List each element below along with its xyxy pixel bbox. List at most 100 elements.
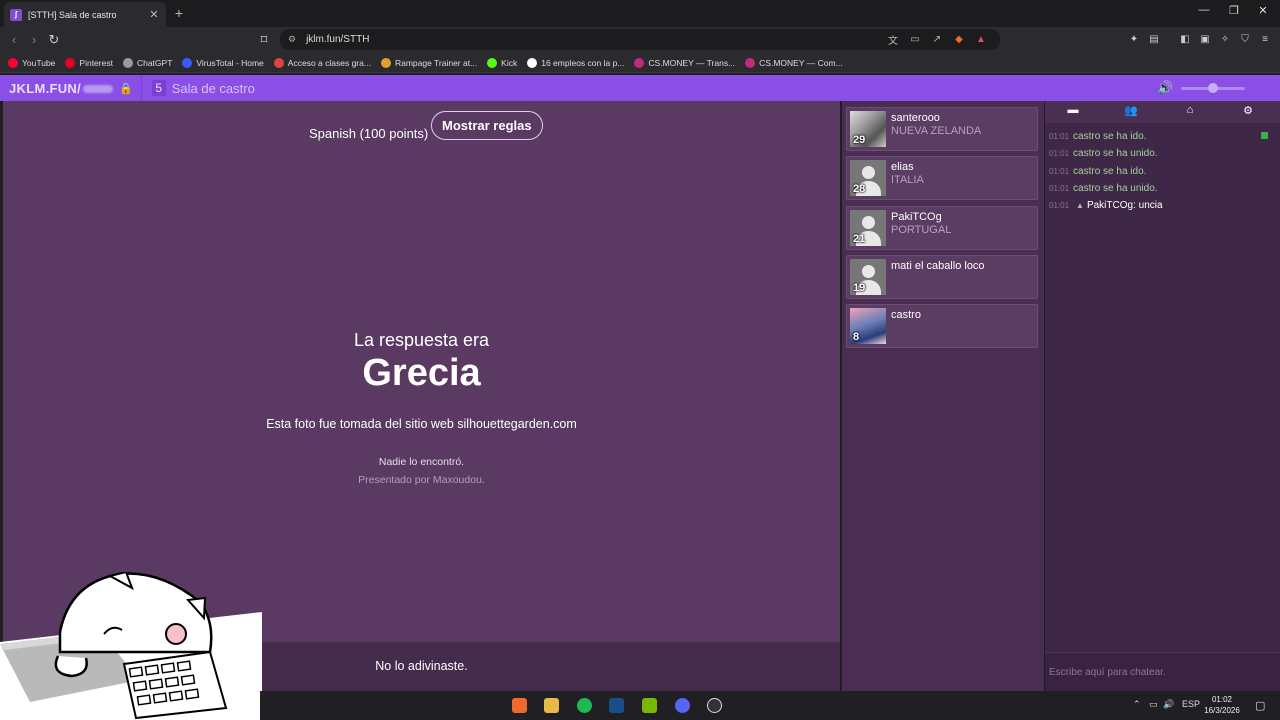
- bookmark-item[interactable]: Kick: [487, 57, 517, 68]
- volume-slider-knob[interactable]: [1208, 83, 1218, 93]
- bookmark-item[interactable]: 16 empleos con la p...: [527, 57, 624, 68]
- settings-icon[interactable]: ⚙: [1238, 104, 1258, 117]
- upvote-icon: ▲: [1076, 201, 1084, 211]
- tray-chevron-icon[interactable]: ⌃: [1133, 699, 1141, 710]
- vpn-icon[interactable]: ⛉: [1238, 33, 1252, 47]
- volume-slider[interactable]: [1181, 83, 1245, 93]
- bookmark-item[interactable]: CS.MONEY — Trans...: [634, 57, 735, 68]
- minimize-icon[interactable]: —: [1193, 4, 1215, 16]
- player-country: ITALIA: [891, 174, 924, 187]
- site-info-icon[interactable]: ⚙: [288, 34, 296, 45]
- input-language[interactable]: ESP: [1182, 699, 1200, 709]
- bongo-cat-icon: [0, 570, 262, 720]
- chat-timestamp: 01:01: [1049, 166, 1070, 176]
- brand-text: JKLM.FUN/: [9, 80, 82, 96]
- back-icon[interactable]: ‹: [6, 32, 22, 47]
- player-name: castro: [891, 309, 921, 322]
- address-bar[interactable]: ⚙ jklm.fun/STTH 文 ▭ ↗ ◆ ▲: [280, 29, 1000, 50]
- window-close-icon[interactable]: ✕: [1252, 4, 1274, 17]
- avatar-head: [862, 166, 875, 180]
- chat-message: 01:01 castro se ha ido.: [1049, 131, 1275, 148]
- bookmark-favicon-icon: [634, 57, 645, 68]
- file-explorer-icon[interactable]: [544, 698, 559, 713]
- bookmark-item[interactable]: CS.MONEY — Com...: [745, 57, 843, 68]
- reload-icon[interactable]: ↻: [46, 32, 62, 48]
- player-card[interactable]: 8 castro: [846, 304, 1038, 349]
- sidebar-icon[interactable]: ◧: [1178, 33, 1192, 47]
- network-icon[interactable]: ▭: [1149, 699, 1158, 710]
- players-list: 29 santerooo NUEVA ZELANDA 28 elias ITALIA 21 P…: [842, 101, 1044, 691]
- tab-search-icon[interactable]: ▤: [1147, 33, 1161, 47]
- notification-icon[interactable]: ▢: [1255, 699, 1265, 712]
- bookmark-item[interactable]: VirusTotal - Home: [182, 57, 264, 68]
- install-icon[interactable]: ▭: [904, 34, 926, 45]
- player-card[interactable]: 28 elias ITALIA: [846, 156, 1038, 201]
- player-name: elias: [891, 161, 914, 174]
- nvidia-icon[interactable]: [642, 698, 657, 713]
- tray-volume-icon[interactable]: 🔊: [1163, 699, 1174, 710]
- player-score: 29: [853, 134, 866, 146]
- bookmark-icon[interactable]: ⌑: [256, 32, 272, 48]
- wallet-icon[interactable]: ▣: [1198, 33, 1212, 47]
- extensions-icon[interactable]: ✦: [1127, 33, 1141, 47]
- steam-icon[interactable]: [609, 698, 624, 713]
- share-icon[interactable]: ↗: [926, 34, 948, 45]
- browser-tab[interactable]: ʃ [STTH] Sala de castro ✕: [4, 2, 166, 27]
- discord-icon[interactable]: [675, 698, 690, 713]
- chat-text: castro se ha unido.: [1073, 148, 1158, 160]
- avatar: 29: [850, 111, 886, 147]
- brave-rewards-icon[interactable]: ▲: [970, 34, 992, 45]
- player-country: PORTUGAL: [891, 223, 952, 236]
- chat-message: 01:01 castro se ha unido.: [1049, 148, 1275, 165]
- player-card[interactable]: 19 mati el caballo loco: [846, 254, 1038, 299]
- bookmark-label: YouTube: [22, 57, 56, 68]
- chat-timestamp: 01:01: [1049, 132, 1070, 141]
- obs-icon[interactable]: [707, 698, 722, 713]
- bookmark-favicon-icon: [122, 57, 133, 68]
- show-rules-button[interactable]: Mostrar reglas: [431, 111, 543, 140]
- player-card[interactable]: 29 santerooo NUEVA ZELANDA: [846, 107, 1038, 151]
- lock-icon: 🔒: [119, 82, 133, 95]
- chat-input-area: [1045, 652, 1280, 691]
- site-brand[interactable]: JKLM.FUN/: [0, 80, 114, 96]
- bookmark-item[interactable]: ChatGPT: [122, 57, 173, 68]
- translate-icon[interactable]: 文: [882, 32, 904, 47]
- new-tab-icon[interactable]: +: [172, 5, 186, 21]
- spotify-icon[interactable]: [577, 698, 592, 713]
- bookmark-label: ChatGPT: [136, 57, 173, 68]
- forward-icon[interactable]: ›: [26, 32, 42, 47]
- bookmark-item[interactable]: Pinterest: [65, 57, 113, 68]
- menu-icon[interactable]: ≡: [1258, 33, 1272, 47]
- avatar: 8: [850, 308, 886, 345]
- chat-message: 01:01 ▲ PakiTCOg: uncia: [1049, 200, 1275, 217]
- bookmark-favicon-icon: [273, 57, 284, 68]
- bookmark-favicon-icon: [182, 57, 193, 68]
- avatar-head: [862, 215, 875, 229]
- player-score: 19: [853, 281, 866, 294]
- bookmark-item[interactable]: Rampage Trainer at...: [380, 57, 477, 68]
- chat-icon[interactable]: ▬: [1063, 104, 1083, 116]
- volume-icon[interactable]: 🔊: [1157, 80, 1173, 96]
- system-clock[interactable]: 01:02 16/3/2026: [1200, 694, 1244, 716]
- chat-message: 01:01 castro se ha unido.: [1049, 183, 1275, 200]
- close-tab-icon[interactable]: ✕: [148, 8, 160, 21]
- brave-taskbar-icon[interactable]: [512, 698, 527, 713]
- player-name: santerooo: [891, 112, 940, 124]
- bookmark-item[interactable]: Acceso a clases gra...: [273, 57, 371, 68]
- bookmark-item[interactable]: YouTube: [8, 57, 56, 68]
- restore-icon[interactable]: ❐: [1223, 4, 1245, 17]
- leo-ai-icon[interactable]: ✧: [1218, 33, 1232, 47]
- chat-text: castro se ha ido.: [1073, 165, 1147, 177]
- chat-message: 01:01 castro se ha ido.: [1049, 166, 1275, 183]
- chat-input[interactable]: [1049, 667, 1274, 678]
- home-icon[interactable]: ⌂: [1180, 104, 1200, 116]
- player-card[interactable]: 21 PakiTCOg PORTUGAL: [846, 205, 1038, 250]
- brave-shields-icon[interactable]: ◆: [948, 34, 970, 45]
- chat-log: 01:01 castro se ha ido. 01:01 castro se ha …: [1049, 131, 1275, 217]
- chat-tabs: ▬ 👥 ⌂ ⚙: [1045, 101, 1280, 123]
- game-area: Spanish (100 points) Mostrar reglas La r…: [3, 101, 840, 642]
- bookmark-label: Acceso a clases gra...: [287, 57, 371, 68]
- bookmark-favicon-icon: [745, 57, 756, 68]
- tab-title: [STTH] Sala de castro: [28, 9, 117, 20]
- players-icon[interactable]: 👥: [1121, 104, 1141, 117]
